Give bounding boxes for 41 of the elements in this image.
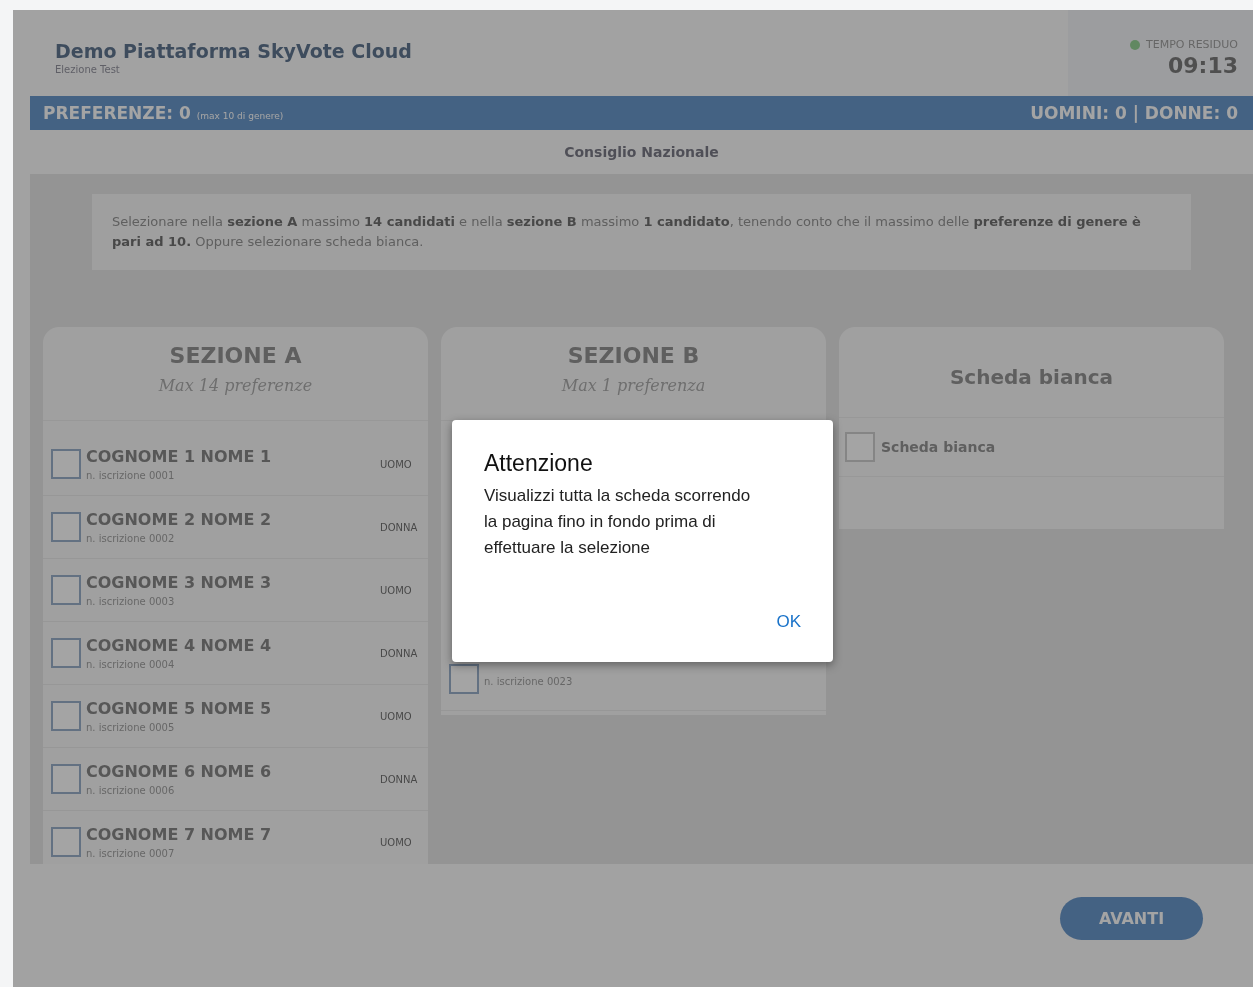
section-title: Scheda bianca — [839, 327, 1224, 418]
timer-value: 09:13 — [1166, 53, 1238, 78]
section-title: SEZIONE B — [566, 342, 701, 368]
timer-label: TEMPO RESIDUO — [1146, 38, 1238, 51]
ballot-title: Consiglio Nazionale — [563, 143, 720, 162]
gender-label: UOMO — [380, 458, 413, 470]
candidate-name: COGNOME 7 NOME 7 — [86, 825, 273, 844]
gender-counts: UOMINI: 0 | DONNE: 0 — [1030, 103, 1238, 123]
candidate-name: COGNOME 1 NOME 1 — [86, 447, 273, 466]
candidate-name: COGNOME 6 NOME 6 — [86, 762, 273, 781]
checkbox[interactable] — [845, 432, 875, 462]
gender-label: UOMO — [380, 836, 413, 848]
candidate-name: COGNOME 4 NOME 4 — [86, 636, 273, 655]
preferences-note: (max 10 di genere) — [196, 111, 284, 121]
checkbox[interactable] — [51, 449, 81, 479]
dialog-message: Visualizzi tutta la scheda scorrendo la pagina fino in fondo prima di effettuare la selezione — [484, 485, 752, 559]
blank-ballot-option[interactable]: Scheda bianca — [839, 418, 1224, 477]
gender-label: UOMO — [380, 584, 413, 596]
checkbox[interactable] — [449, 664, 479, 694]
dialog-title: Attenzione — [484, 450, 594, 477]
election-name: Elezione Test — [55, 64, 121, 75]
preferences-count: PREFERENZE: 0 — [43, 103, 191, 123]
checkbox[interactable] — [51, 701, 81, 731]
checkbox[interactable] — [51, 575, 81, 605]
gender-label: DONNA — [380, 521, 419, 533]
section-title: SEZIONE A — [168, 342, 303, 368]
checkbox[interactable] — [51, 764, 81, 794]
candidate-name: COGNOME 2 NOME 2 — [86, 510, 273, 529]
candidate-name: COGNOME 5 NOME 5 — [86, 699, 273, 718]
gender-label: DONNA — [380, 647, 419, 659]
next-button[interactable]: AVANTI — [1060, 897, 1203, 940]
app-title: Demo Piattaforma SkyVote Cloud — [55, 40, 412, 62]
ok-button[interactable]: OK — [768, 608, 809, 636]
checkbox[interactable] — [51, 512, 81, 542]
instructions-text: Selezionare nella sezione A massimo 14 candidati e nella sezione B massimo 1 candidato, tenendo conto che il massimo delle preferenze di genere è pari ad 10. Oppure selezionare scheda bianca. — [92, 194, 1191, 270]
checkbox[interactable] — [51, 827, 81, 857]
checkbox[interactable] — [51, 638, 81, 668]
status-dot-icon — [1130, 39, 1141, 50]
gender-label: DONNA — [380, 773, 419, 785]
candidate-name: COGNOME 3 NOME 3 — [86, 573, 273, 592]
gender-label: UOMO — [380, 710, 413, 722]
